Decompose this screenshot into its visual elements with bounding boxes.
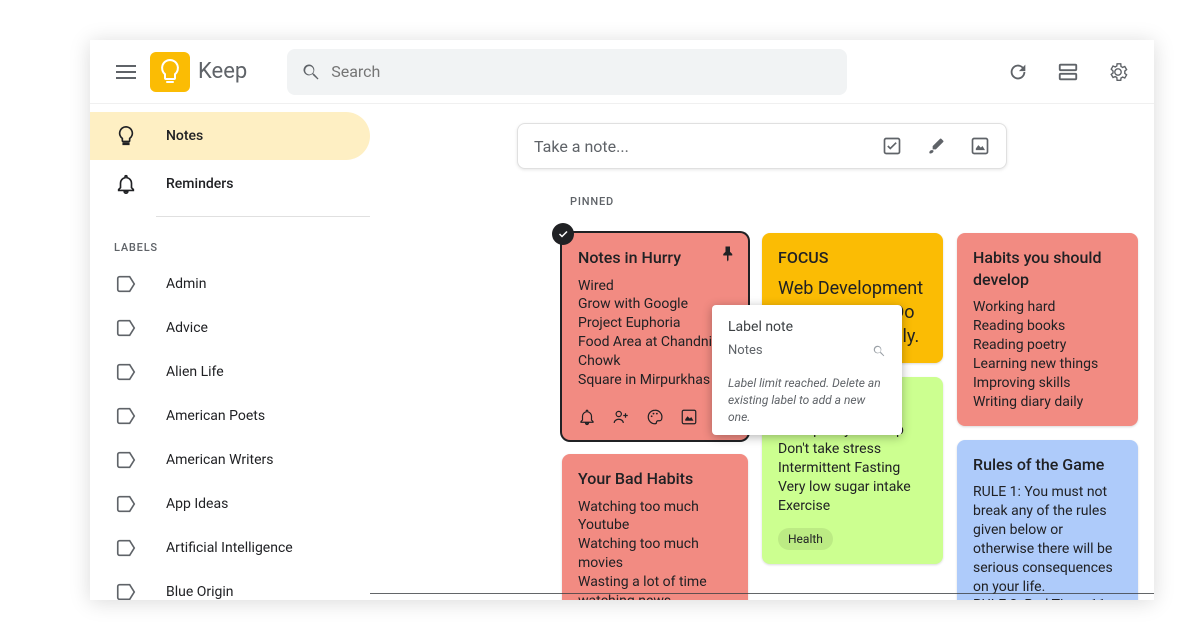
note-title: Rules of the Game xyxy=(973,454,1122,476)
sidebar-label-item[interactable]: American Poets xyxy=(90,394,370,438)
note-body: Watching too much Youtube Watching too m… xyxy=(578,498,732,600)
popover-search-input[interactable]: Notes xyxy=(728,343,872,358)
bottom-divider xyxy=(370,593,1154,594)
image-icon xyxy=(970,136,990,156)
note-card[interactable]: Habits you should develop Working hard Re… xyxy=(957,233,1138,426)
app-name: Keep xyxy=(198,59,247,84)
gear-icon xyxy=(1107,61,1129,83)
sidebar-item-reminders[interactable]: Reminders xyxy=(90,160,370,208)
sidebar-label-text: App Ideas xyxy=(166,496,228,512)
main-content: Take a note... PINNED Notes in Hurry Wire… xyxy=(370,104,1154,600)
label-icon xyxy=(114,273,138,295)
label-icon xyxy=(114,537,138,559)
note-title: Notes in Hurry xyxy=(578,247,732,269)
search-icon xyxy=(301,62,321,82)
note-body: Have plenty of sleep Don't take stress I… xyxy=(778,421,927,515)
note-label-chip[interactable]: Health xyxy=(778,528,833,550)
list-view-button[interactable] xyxy=(1048,52,1088,92)
label-icon xyxy=(114,405,138,427)
popover-search[interactable]: Notes xyxy=(712,343,902,367)
brush-icon xyxy=(926,136,946,156)
sidebar-label-text: Blue Origin xyxy=(166,584,234,600)
sidebar-label-item[interactable]: Admin xyxy=(90,262,370,306)
pinned-section-label: PINNED xyxy=(570,195,1154,208)
search-bar[interactable] xyxy=(287,49,847,95)
sidebar-label-item[interactable]: Artificial Intelligence xyxy=(90,526,370,570)
sidebar-label-text: Alien Life xyxy=(166,364,224,380)
checkbox-icon xyxy=(882,136,902,156)
lightbulb-icon xyxy=(114,125,138,147)
note-card[interactable]: Your Bad Habits Watching too much Youtube… xyxy=(562,454,748,600)
lightbulb-icon xyxy=(160,59,180,85)
pin-icon[interactable] xyxy=(718,245,736,263)
search-input[interactable] xyxy=(331,62,833,81)
collaborator-icon[interactable] xyxy=(612,408,630,426)
search-icon xyxy=(872,344,886,358)
label-icon xyxy=(114,317,138,339)
take-note-bar[interactable]: Take a note... xyxy=(517,123,1007,169)
note-toolbar xyxy=(578,408,732,426)
sidebar-label-item[interactable]: Alien Life xyxy=(90,350,370,394)
label-icon xyxy=(114,493,138,515)
label-icon xyxy=(114,581,138,600)
sidebar-label-text: American Poets xyxy=(166,408,265,424)
take-note-placeholder: Take a note... xyxy=(534,137,882,156)
remind-icon[interactable] xyxy=(578,408,596,426)
sidebar-label-text: Artificial Intelligence xyxy=(166,540,293,556)
header: Keep xyxy=(90,40,1154,104)
sidebar-label-item[interactable]: American Writers xyxy=(90,438,370,482)
new-image-note-button[interactable] xyxy=(970,136,990,156)
new-drawing-button[interactable] xyxy=(926,136,946,156)
note-card[interactable]: Rules of the Game RULE 1: You must not br… xyxy=(957,440,1138,600)
sidebar-separator xyxy=(156,216,370,217)
image-icon[interactable] xyxy=(680,408,698,426)
sidebar-label-item[interactable]: Blue Origin xyxy=(90,570,370,600)
sidebar-item-label: Reminders xyxy=(166,176,233,192)
take-note-actions xyxy=(882,136,990,156)
new-list-button[interactable] xyxy=(882,136,902,156)
note-title: Habits you should develop xyxy=(973,247,1122,290)
sidebar-label-text: Admin xyxy=(166,276,206,292)
note-body: Wired Grow with Google Project Euphoria … xyxy=(578,277,732,390)
note-body: Working hard Reading books Reading poetr… xyxy=(973,298,1122,411)
popover-title: Label note xyxy=(712,315,902,343)
note-title: FOCUS xyxy=(778,247,927,269)
refresh-button[interactable] xyxy=(998,52,1038,92)
sidebar: Notes Reminders LABELS Admin Advice Alien … xyxy=(90,104,370,600)
refresh-icon xyxy=(1007,61,1029,83)
label-icon xyxy=(114,361,138,383)
sidebar-label-item[interactable]: App Ideas xyxy=(90,482,370,526)
sidebar-item-notes[interactable]: Notes xyxy=(90,112,370,160)
note-title: Your Bad Habits xyxy=(578,468,732,490)
sidebar-item-label: Notes xyxy=(166,128,203,144)
sidebar-label-text: Advice xyxy=(166,320,208,336)
labels-heading: LABELS xyxy=(90,225,370,262)
palette-icon[interactable] xyxy=(646,408,664,426)
note-body: RULE 1: You must not break any of the ru… xyxy=(973,483,1122,600)
list-view-icon xyxy=(1057,61,1079,83)
label-note-popover: Label note Notes Label limit reached. De… xyxy=(712,305,902,435)
popover-message: Label limit reached. Delete an existing … xyxy=(712,367,902,425)
sidebar-label-item[interactable]: Advice xyxy=(90,306,370,350)
app-window: Keep Notes Rem xyxy=(90,40,1154,600)
label-icon xyxy=(114,449,138,471)
sidebar-label-text: American Writers xyxy=(166,452,274,468)
selection-check-icon[interactable] xyxy=(552,223,574,245)
keep-logo xyxy=(150,52,190,92)
bell-icon xyxy=(114,173,138,195)
main-menu-button[interactable] xyxy=(106,52,146,92)
header-actions xyxy=(998,52,1138,92)
hamburger-icon xyxy=(116,65,136,79)
settings-button[interactable] xyxy=(1098,52,1138,92)
